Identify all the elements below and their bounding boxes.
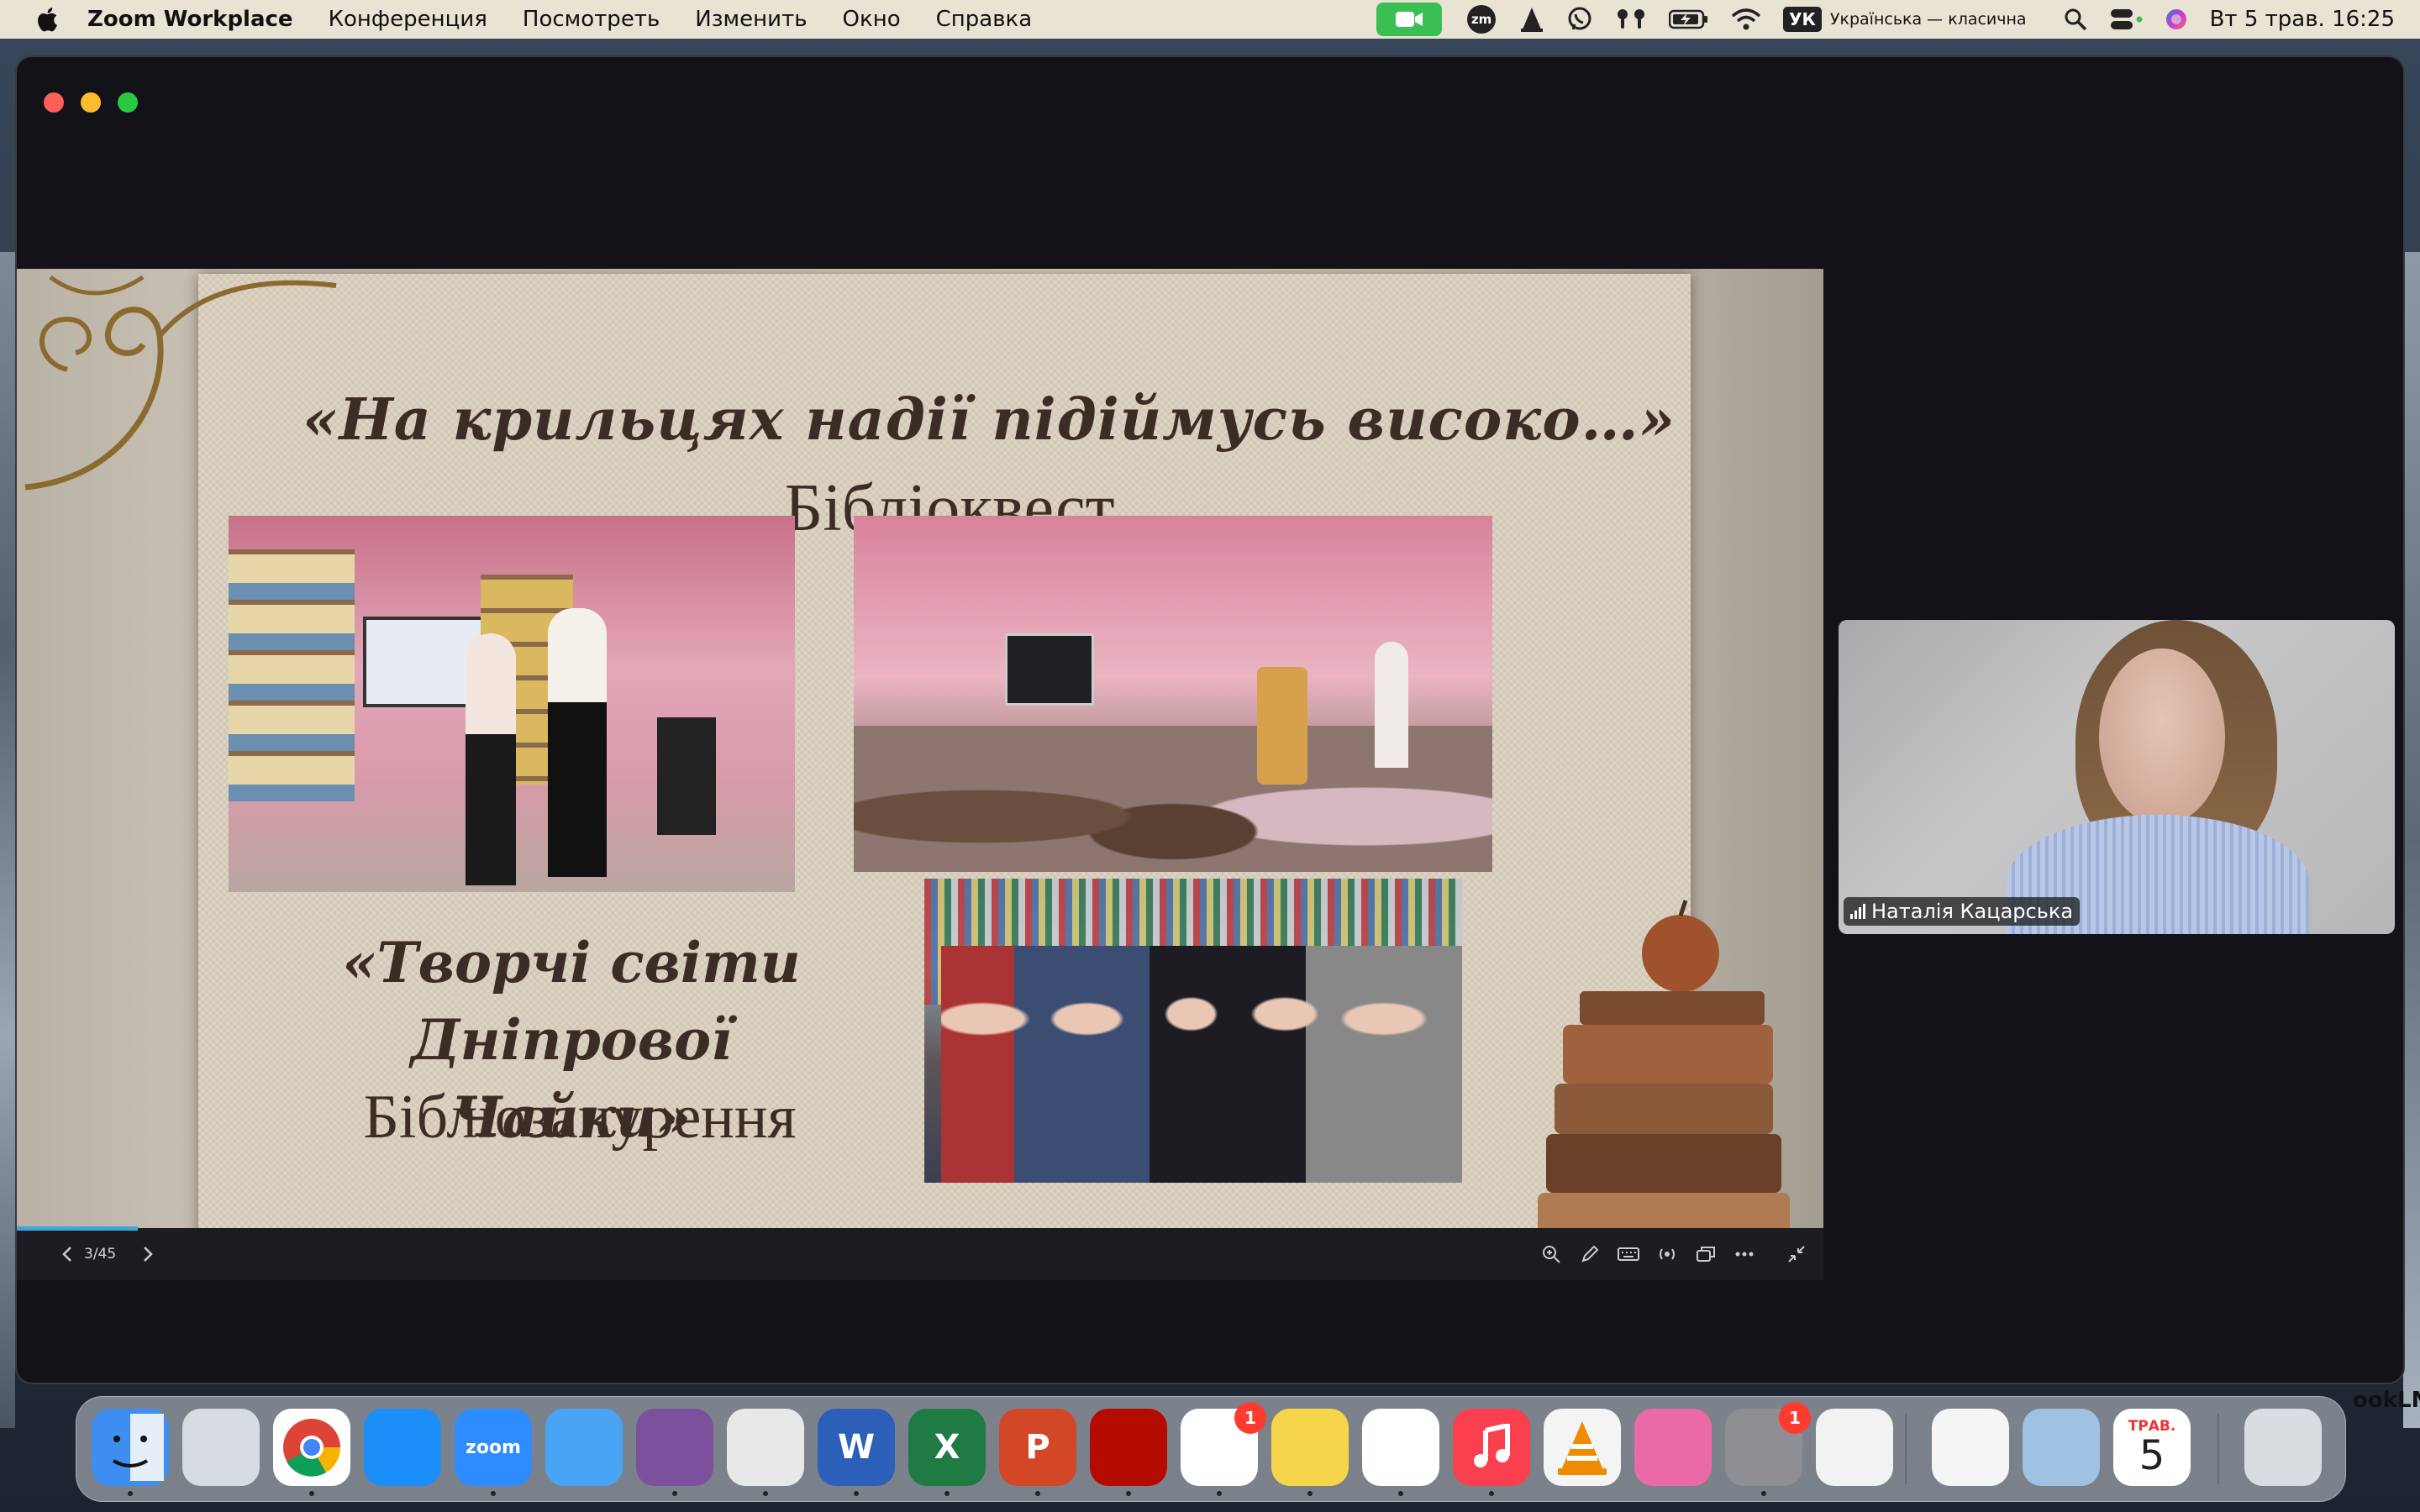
menu-edit[interactable]: Изменить [695,7,807,32]
zm-icon[interactable]: zm [1467,5,1497,34]
dock-preview-icon[interactable] [2023,1409,2100,1486]
dock-running-indicator [1307,1491,1313,1496]
annotate-pen-icon[interactable] [1573,1228,1607,1280]
dock-running-indicator [944,1491,950,1496]
control-center-icon[interactable] [2109,0,2143,39]
dock-running-indicator [1761,1491,1766,1496]
dock-running-indicator [1126,1491,1131,1496]
dock-reminders-icon[interactable]: 1 [1181,1402,1266,1486]
close-window-button[interactable] [44,92,64,113]
dock-vlc-icon[interactable] [1544,1409,1621,1486]
dock-separator [2217,1414,2219,1484]
slide-subtitle-secondary: Бібліозанурення [363,1083,797,1152]
airpods-icon[interactable] [1615,0,1647,39]
slide-page-counter: 3/45 [84,1246,117,1263]
zoom-video-icon[interactable] [1376,3,1443,36]
menu-view[interactable]: Посмотреть [523,7,660,32]
search-icon[interactable] [2064,0,2087,39]
dock-powerpoint-letter: P [1025,1428,1050,1467]
dock-running-indicator [1489,1491,1494,1496]
dock-running-indicator [854,1491,859,1496]
dock-running-indicator [1398,1491,1403,1496]
viber-icon[interactable] [1566,0,1593,39]
participant-name: Наталія Кацарська [1871,900,2074,923]
wallpaper-edge-right [2403,252,2420,1428]
keyboard-icon[interactable] [1612,1228,1645,1280]
dock-zoom-icon[interactable]: zoom [455,1409,532,1486]
dock-launchpad-icon[interactable] [182,1409,260,1486]
dock-running-indicator [1035,1491,1040,1496]
slide-title-secondary-line1: «Творчі світи [342,930,801,995]
dock-excel-letter: X [934,1428,960,1467]
event-photo-left [229,516,795,892]
dock-system-settings-badge: 1 [1779,1402,1811,1434]
dock-system-settings-icon[interactable]: 1 [1725,1402,1811,1486]
dock-calendar-day: 5 [2139,1432,2165,1479]
signal-strength-icon [1850,904,1867,919]
next-slide-button[interactable] [131,1228,165,1280]
event-photo-bottom [924,879,1462,1183]
dock: zoom W X P 1 1 ТРАВ. 5 [76,1396,2346,1502]
dock-running-indicator [1217,1491,1222,1496]
dock-running-indicator [763,1491,768,1496]
dock-acrobat-icon[interactable] [1090,1409,1167,1486]
dock-zoom-label: zoom [466,1436,521,1458]
exit-fullscreen-icon[interactable] [1780,1228,1813,1280]
menu-help[interactable]: Справка [936,7,1033,32]
dock-textedit-icon[interactable] [1932,1409,2009,1486]
dock-finder-icon[interactable] [92,1409,169,1486]
zoom-in-icon[interactable] [1534,1228,1568,1280]
dock-running-indicator [309,1491,314,1496]
dock-calendar-icon[interactable]: ТРАВ. 5 [2113,1409,2191,1486]
dock-word-icon[interactable]: W [818,1409,895,1486]
dock-word-letter: W [837,1428,876,1467]
dock-excel-icon[interactable]: X [908,1409,986,1486]
input-source-name[interactable]: Українська — класична [1830,10,2027,29]
dock-cleanmymac-icon[interactable] [1634,1409,1712,1486]
window-layout-icon[interactable] [1689,1228,1723,1280]
dock-notes-icon[interactable] [1271,1409,1349,1486]
input-source-badge[interactable]: УК [1783,7,1822,32]
wallpaper-edge-left [0,252,15,1428]
more-options-icon[interactable] [1728,1228,1761,1280]
dock-reminders-badge: 1 [1234,1402,1266,1434]
dock-chrome-icon[interactable] [273,1409,350,1486]
menu-datetime[interactable]: Вт 5 трав. 16:25 [2210,7,2395,32]
event-photo-right [854,516,1492,872]
dock-doctor-icon[interactable] [727,1409,804,1486]
participant-face [2099,648,2225,825]
participant-video-tile[interactable]: Наталія Кацарська [1839,620,2395,934]
apple-icon[interactable] [34,5,59,34]
slide-title: «На крильцях надії підіймусь високо…» [302,386,1676,454]
books-stack-icon [1538,900,1790,1228]
dock-running-indicator [128,1491,133,1496]
previous-slide-button[interactable] [50,1228,84,1280]
dock-music-icon[interactable] [1453,1409,1530,1486]
dock-iphone-mirroring-icon[interactable] [1816,1409,1893,1486]
dock-freeform-icon[interactable] [1362,1409,1439,1486]
dock-mail-icon[interactable] [545,1409,623,1486]
dock-separator [1905,1414,1907,1484]
wifi-icon[interactable] [1731,0,1761,39]
zoom-meeting-window: «На крильцях надії підіймусь високо…» Бі… [15,55,2405,1384]
battery-icon[interactable] [1669,0,1709,39]
menu-window[interactable]: Окно [843,7,901,32]
dock-powerpoint-icon[interactable]: P [999,1409,1076,1486]
menu-conference[interactable]: Конференция [329,7,487,32]
menu-app-name[interactable]: Zoom Workplace [87,7,293,32]
menu-bar: Zoom Workplace Конференция Посмотреть Из… [0,0,2420,39]
shared-screen-slide: «На крильцях надії підіймусь високо…» Бі… [17,269,1823,1228]
dock-trash-icon[interactable] [2244,1409,2322,1486]
zoom-window-button[interactable] [118,92,138,113]
dock-viber-icon[interactable] [636,1409,713,1486]
participant-name-label: Наталія Кацарська [1844,897,2081,926]
dock-running-indicator [491,1491,496,1496]
dock-app-store-icon[interactable] [364,1409,441,1486]
dock-running-indicator [672,1491,677,1496]
cone-icon[interactable] [1519,0,1544,39]
broadcast-icon[interactable] [1650,1228,1684,1280]
minimize-window-button[interactable] [81,92,101,113]
siri-icon[interactable] [2165,0,2188,39]
desktop-partial-label: ookLM [2353,1388,2420,1413]
